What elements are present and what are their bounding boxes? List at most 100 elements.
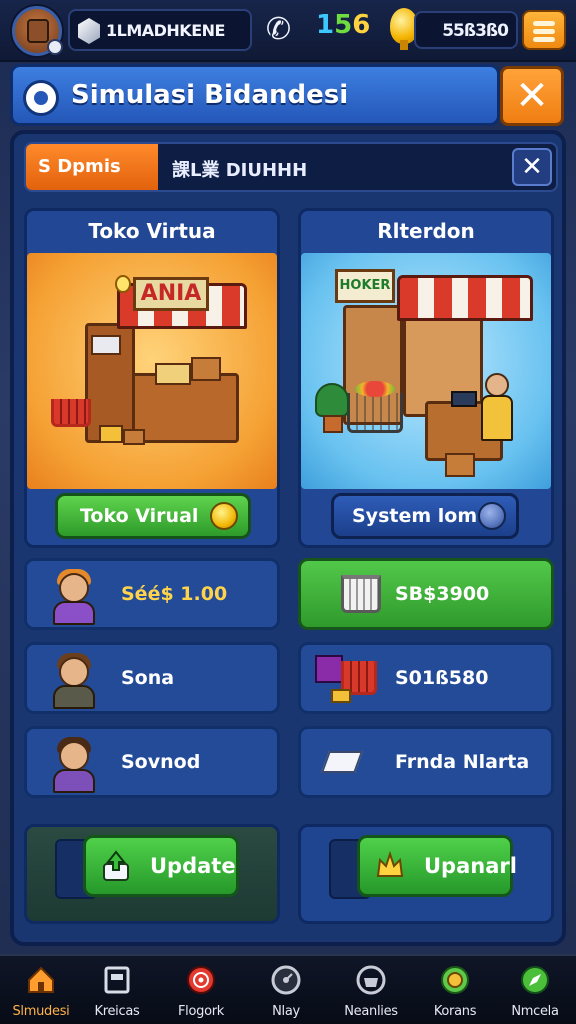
nav-item-neanlies[interactable]: Neanlies [330,956,412,1024]
shirt-icon [53,601,95,625]
update-button[interactable]: Update [83,835,239,897]
stat-row-1[interactable]: SB$3900 [298,558,554,630]
menu-bar-icon [533,21,555,26]
worker-avatar-icon [45,651,107,709]
documents-icon [320,751,364,773]
row-label: Frnda Nlarta [395,751,530,773]
shirt-icon [53,769,95,793]
menu-bar-icon [533,29,555,34]
player-avatar[interactable] [12,6,63,56]
cashier-figure [477,373,517,473]
coin-icon [441,966,469,994]
title-header: Simulasi Bidandesi [10,64,500,126]
avatar-badge-icon [47,39,63,55]
store-illustration: HOKER [301,253,551,489]
goods-box-icon [191,357,221,381]
row-label: Sona [121,667,175,689]
coins-value: 55ß3ß0 [442,21,509,41]
pot-icon [323,415,343,433]
avatar-face-icon [27,19,49,43]
coin-icon [210,502,238,530]
app-logo-icon [23,80,59,116]
menu-button[interactable] [522,10,566,50]
shopping-cart-icon [347,393,403,433]
nav-label: Nlay [272,1004,300,1019]
close-window-button[interactable]: ✕ [500,66,564,126]
upload-icon [103,850,129,881]
shop-illustration: ANIA [27,253,277,489]
stat-row-3[interactable]: Frnda Nlarta [298,726,554,798]
tab-close-button[interactable]: ✕ [512,148,552,186]
shop-card-virtual[interactable]: Toko Virtua ANIA Toko Virual [24,208,280,548]
row-label: S01ß580 [395,667,489,689]
face-icon [59,657,89,687]
goods-box-icon [155,363,191,385]
awning-icon [397,275,533,321]
tab-active[interactable]: S Dpmis [26,144,158,190]
page-title: Simulasi Bidandesi [71,80,349,110]
crate-icon [445,453,475,477]
button-label: System lom [352,505,478,527]
store-sign: HOKER [335,269,395,303]
nav-label: Nmcela [511,1004,559,1019]
upanarl-button[interactable]: Upanarl [357,835,517,897]
score-display: 156 [316,10,370,40]
update-panel: Update [24,824,280,924]
shop-card-system[interactable]: Rlterdon HOKER System lom [298,208,554,548]
phone-icon[interactable]: ✆ [266,12,291,47]
staff-row-1[interactable]: Séé$ 1.00 [24,558,280,630]
bottom-navigation: Slmudesi Kreicas Flogork Nlay Neanlies K… [0,954,576,1024]
gem-icon [78,18,100,44]
tray-icon [104,966,130,994]
face-icon [59,573,89,603]
nav-label: Neanlies [344,1004,398,1019]
row-label: Séé$ 1.00 [121,583,228,605]
nav-item-flogork[interactable]: Flogork [160,956,242,1024]
button-label: Toko Virual [80,505,199,527]
score-digit-1: 1 [316,10,335,40]
nav-item-home[interactable]: Slmudesi [0,956,82,1024]
nav-item-nlay[interactable]: Nlay [245,956,327,1024]
nav-label: Kreicas [94,1004,140,1019]
lamp-icon [115,275,131,293]
worker-avatar-icon [45,567,107,625]
crown-icon [376,850,404,877]
card-title: Toko Virtua [88,219,216,243]
score-digit-2: 5 [334,10,353,40]
coins-pill[interactable]: 55ß3ß0 [414,11,518,49]
row-label: Sovnod [121,751,201,773]
system-button[interactable]: System lom [331,493,519,539]
basket-icon [356,965,386,995]
target-icon [187,966,215,994]
tab-title: 課L業 DIUHHH [172,160,308,181]
nav-label: Slmudesi [12,1004,70,1019]
person-head-icon [485,373,509,397]
row-label: SB$3900 [395,583,490,605]
plant-icon [315,383,349,417]
nav-item-korans[interactable]: Korans [414,956,496,1024]
worker-avatar-icon [45,735,107,793]
menu-bar-icon [533,37,555,42]
staff-row-2[interactable]: Sona [24,642,280,714]
toko-virtual-button[interactable]: Toko Virual [55,493,251,539]
card-title: Rlterdon [377,219,475,243]
button-label: Update [150,854,236,878]
home-icon [28,966,54,993]
box-icon [331,689,351,703]
register-icon [315,655,343,683]
compass-icon [521,966,549,994]
crate-icon [123,429,145,445]
person-body-icon [481,395,513,441]
staff-row-3[interactable]: Sovnod [24,726,280,798]
shopping-basket-icon [341,575,381,613]
player-name-pill[interactable]: 1LMADHKENE [68,9,252,51]
red-basket-icon [51,399,91,427]
register-icon [451,391,477,407]
produce-icon [355,381,395,397]
stat-row-2[interactable]: S01ß580 [298,642,554,714]
nav-item-kreicas[interactable]: Kreicas [76,956,158,1024]
shirt-icon [53,685,95,709]
player-name: 1LMADHKENE [106,21,225,40]
tab-bar: S Dpmis 課L業 DIUHHH ✕ [24,142,558,192]
nav-item-nmcela[interactable]: Nmcela [494,956,576,1024]
